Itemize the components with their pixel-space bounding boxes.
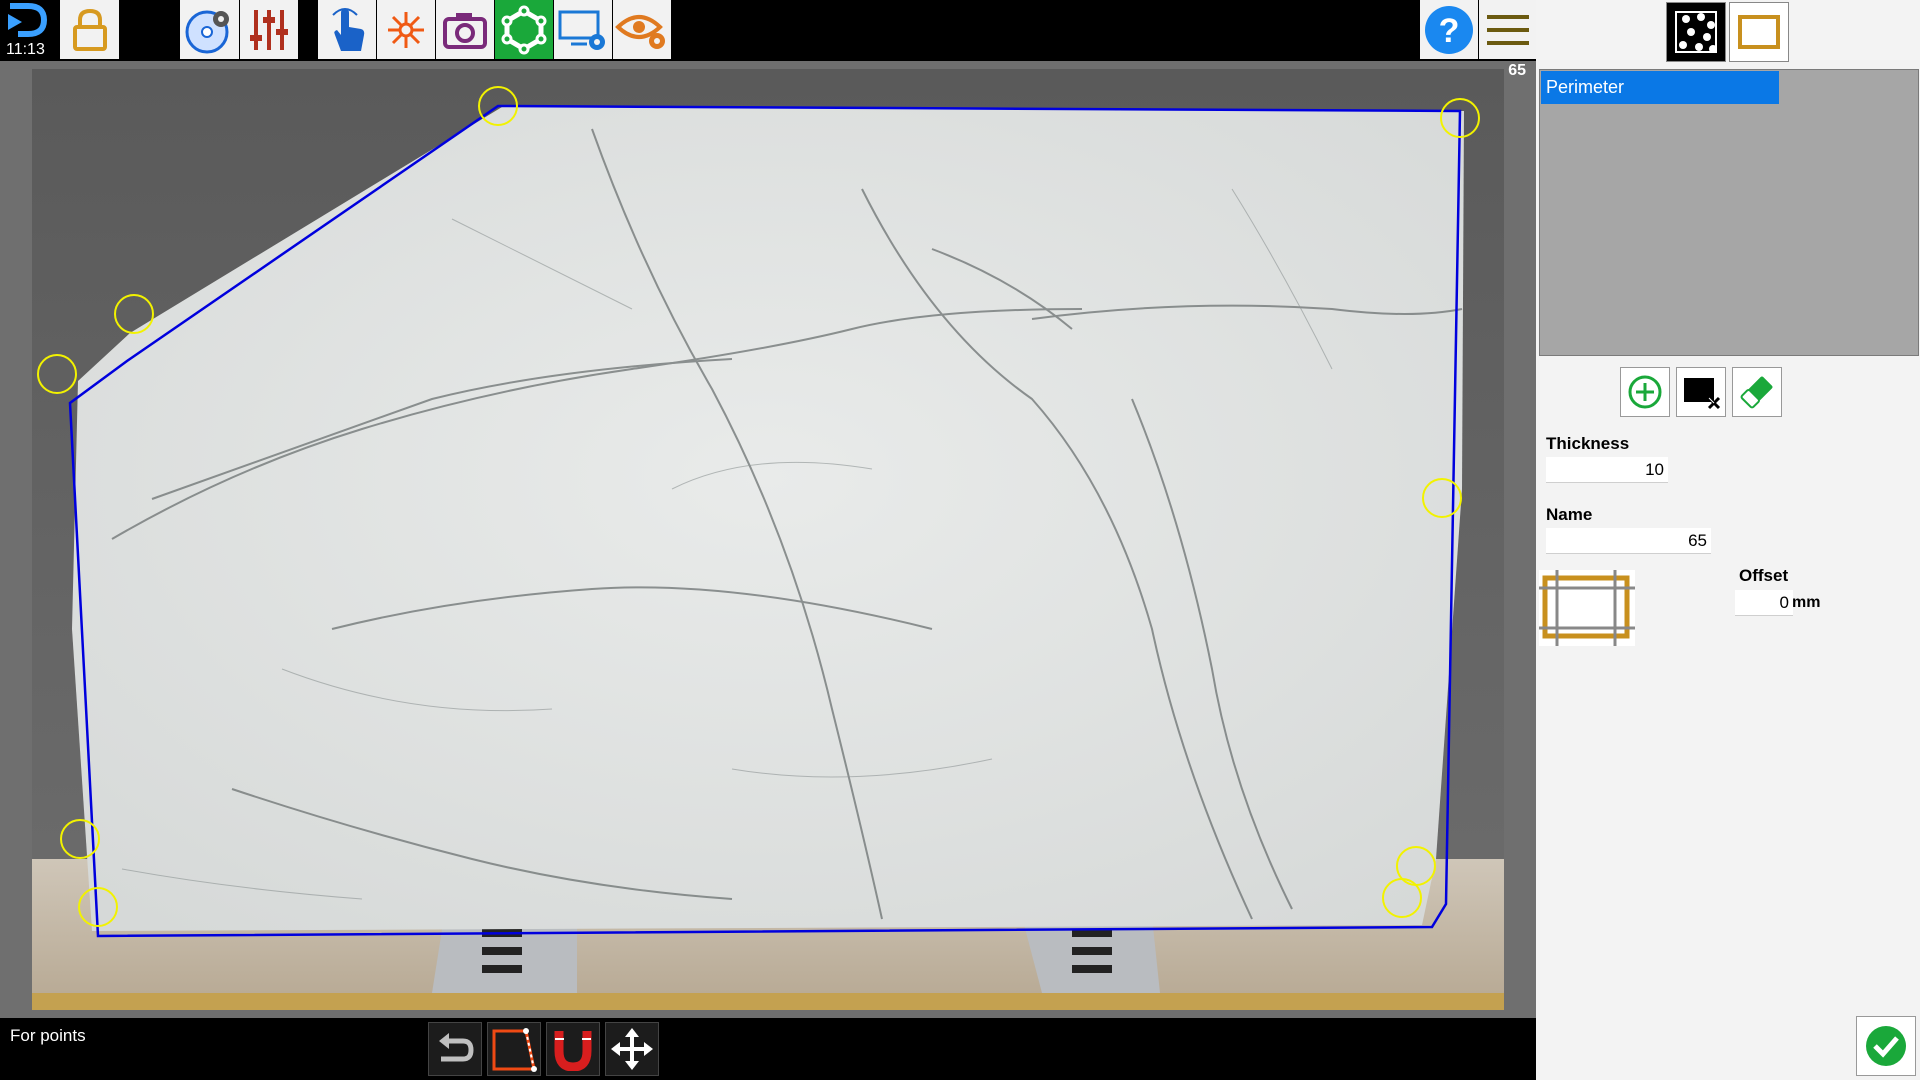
- sliders-icon: [250, 9, 288, 50]
- settings-disc-icon: [185, 10, 229, 53]
- touch-icon: [332, 7, 365, 51]
- undo-button[interactable]: [428, 1022, 482, 1076]
- edit-polygon-button[interactable]: [487, 1022, 541, 1076]
- frame-offset-icon: [1539, 570, 1635, 646]
- points-grid-icon: [1675, 11, 1717, 53]
- lock-icon: [72, 8, 107, 51]
- view-settings-button[interactable]: [613, 0, 671, 59]
- delete-shape-button[interactable]: [1676, 367, 1726, 417]
- touch-button[interactable]: [318, 0, 376, 59]
- edit-polygon-icon: [492, 1028, 537, 1072]
- delete-shape-icon: [1684, 378, 1721, 410]
- name-field[interactable]: [1546, 528, 1711, 554]
- checkmark-icon: [1866, 1026, 1906, 1066]
- sliders-button[interactable]: [240, 0, 298, 59]
- offset-field[interactable]: [1735, 590, 1793, 616]
- settings-disc-button[interactable]: [180, 0, 239, 59]
- menu-button[interactable]: [1479, 0, 1536, 59]
- properties-panel: Perimeter Thickness Name: [1536, 0, 1920, 1080]
- add-button[interactable]: [1620, 367, 1670, 417]
- thickness-label: Thickness: [1546, 434, 1630, 453]
- camera-icon: [443, 12, 487, 49]
- slab-viewport[interactable]: 65: [0, 61, 1536, 1018]
- camera-button[interactable]: [436, 0, 494, 59]
- slab-scene: [32, 69, 1504, 1010]
- points-mode-button[interactable]: [1666, 2, 1726, 62]
- shape-icon: [501, 5, 547, 54]
- rectangle-icon: [1738, 15, 1780, 49]
- help-button[interactable]: ?: [1420, 0, 1478, 59]
- display-settings-button[interactable]: [554, 0, 612, 59]
- view-settings-icon: [615, 14, 665, 49]
- bottom-toolbar: For points: [0, 1018, 1536, 1080]
- shape-button[interactable]: [495, 0, 553, 59]
- floor-edge: [32, 993, 1504, 1010]
- rectangle-mode-button[interactable]: [1729, 2, 1789, 62]
- top-toolbar: 11:13 ?: [0, 0, 1536, 61]
- lock-button[interactable]: [60, 0, 119, 59]
- add-circle-icon: [1628, 375, 1662, 409]
- offset-unit: mm: [1792, 594, 1821, 611]
- move-icon: [611, 1028, 653, 1070]
- magnet-button[interactable]: [546, 1022, 600, 1076]
- eraser-button[interactable]: [1732, 367, 1782, 417]
- offset-frame-button[interactable]: [1539, 570, 1635, 646]
- status-message: For points: [10, 1026, 86, 1045]
- slab-name-badge: 65: [1508, 62, 1526, 79]
- laser-button[interactable]: [377, 0, 435, 59]
- thickness-field[interactable]: [1546, 457, 1668, 483]
- undo-icon: [439, 1033, 474, 1062]
- magnet-icon: [554, 1031, 592, 1071]
- clock: 11:13: [6, 41, 45, 58]
- offset-label: Offset: [1739, 566, 1789, 585]
- move-button[interactable]: [605, 1022, 659, 1076]
- svg-text:?: ?: [1439, 12, 1460, 50]
- laser-icon: [388, 11, 424, 48]
- display-settings-icon: [558, 10, 605, 50]
- help-icon: ?: [1425, 5, 1473, 54]
- name-label: Name: [1546, 505, 1593, 524]
- eraser-icon: [1740, 376, 1773, 409]
- menu-icon: [1486, 14, 1529, 45]
- shape-list[interactable]: Perimeter: [1539, 69, 1919, 356]
- list-item[interactable]: Perimeter: [1541, 71, 1779, 104]
- confirm-button[interactable]: [1856, 1016, 1916, 1076]
